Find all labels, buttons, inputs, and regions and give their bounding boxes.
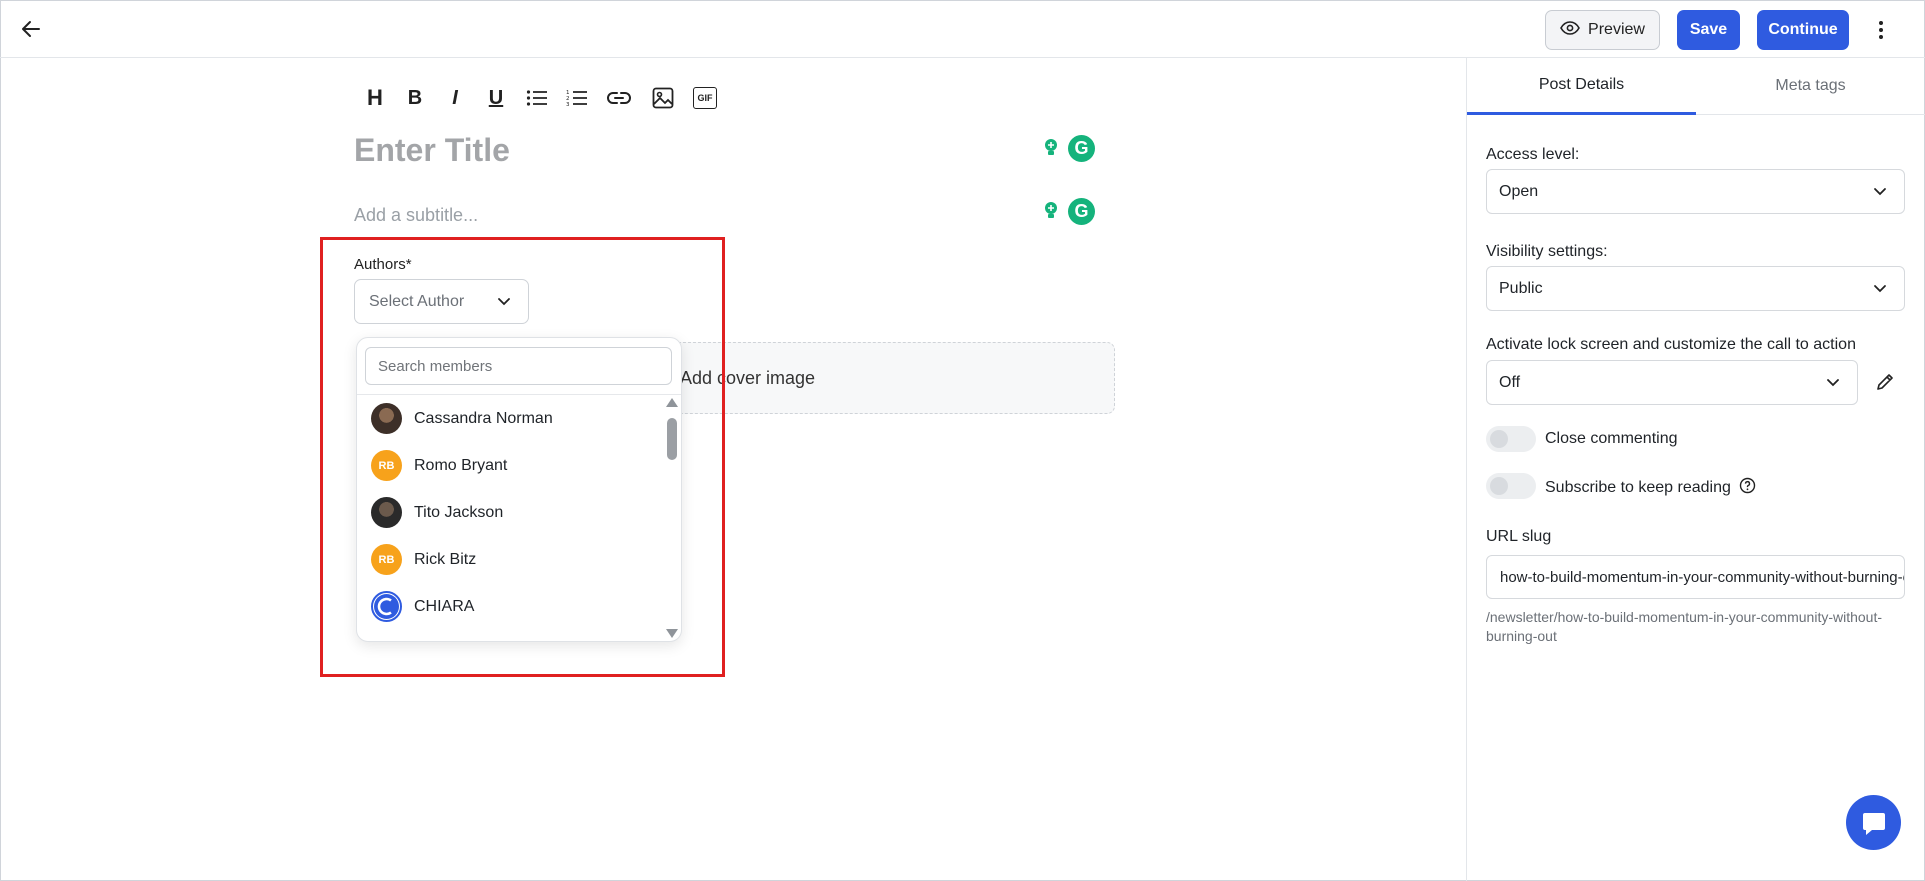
url-slug-label: URL slug	[1486, 528, 1552, 545]
eye-icon	[1560, 20, 1580, 40]
save-button[interactable]: Save	[1677, 10, 1740, 50]
title-input[interactable]: Enter Title	[354, 132, 510, 169]
lightbulb-icon[interactable]	[1038, 198, 1064, 224]
url-path-text: /newsletter/how-to-build-momentum-in-you…	[1486, 609, 1883, 644]
chevron-down-icon	[1872, 183, 1888, 204]
continue-button[interactable]: Continue	[1757, 10, 1849, 50]
url-slug-input[interactable]: how-to-build-momentum-in-your-community-…	[1486, 555, 1905, 599]
tab-post-details[interactable]: Post Details	[1467, 58, 1696, 115]
chat-bubble-icon	[1862, 812, 1885, 835]
lock-screen-value: Off	[1499, 373, 1521, 391]
close-commenting-label: Close commenting	[1545, 430, 1678, 447]
chevron-down-icon	[1825, 374, 1841, 395]
lock-screen-select[interactable]: Off	[1486, 360, 1858, 405]
link-icon[interactable]	[606, 84, 632, 112]
bold-button[interactable]: B	[405, 84, 425, 112]
grammarly-widget-title[interactable]: G	[1038, 131, 1098, 165]
image-icon[interactable]	[651, 84, 675, 112]
gif-label: GIF	[693, 87, 717, 109]
lightbulb-icon[interactable]	[1038, 135, 1064, 161]
lock-screen-label: Activate lock screen and customize the c…	[1486, 336, 1856, 353]
visibility-select[interactable]: Public	[1486, 266, 1905, 311]
chat-button[interactable]	[1846, 795, 1901, 850]
visibility-label: Visibility settings:	[1486, 243, 1608, 260]
subscribe-toggle[interactable]	[1486, 473, 1536, 499]
subscribe-row: Subscribe to keep reading	[1545, 477, 1756, 499]
more-options-icon[interactable]	[1870, 16, 1892, 44]
preview-label: Preview	[1588, 21, 1645, 38]
visibility-value: Public	[1499, 279, 1543, 297]
subtitle-input[interactable]: Add a subtitle...	[354, 205, 478, 226]
underline-button[interactable]: U	[486, 84, 506, 112]
chevron-down-icon	[1872, 280, 1888, 301]
back-arrow-icon[interactable]	[18, 16, 44, 42]
numbered-list-icon[interactable]: 123	[565, 84, 589, 112]
heading-button[interactable]: H	[364, 84, 386, 112]
access-level-value: Open	[1499, 182, 1539, 200]
svg-text:3: 3	[566, 102, 570, 107]
top-bar: Preview Save Continue	[0, 0, 1925, 58]
close-commenting-toggle[interactable]	[1486, 426, 1536, 452]
subscribe-label: Subscribe to keep reading	[1545, 479, 1731, 496]
bullet-list-icon[interactable]	[525, 84, 549, 112]
help-icon[interactable]	[1739, 477, 1756, 499]
grammarly-widget-subtitle[interactable]: G	[1038, 194, 1098, 228]
gif-icon[interactable]: GIF	[692, 84, 718, 112]
italic-button[interactable]: I	[446, 84, 464, 112]
grammarly-icon[interactable]: G	[1068, 197, 1095, 225]
preview-button[interactable]: Preview	[1545, 10, 1660, 50]
access-level-label: Access level:	[1486, 146, 1580, 163]
tab-meta-tags[interactable]: Meta tags	[1696, 58, 1925, 115]
right-panel: Post Details Meta tags Access level: Ope…	[1466, 58, 1925, 881]
access-level-select[interactable]: Open	[1486, 169, 1905, 214]
edit-pencil-icon[interactable]	[1875, 372, 1897, 394]
highlight-box	[320, 237, 725, 677]
grammarly-icon[interactable]: G	[1068, 134, 1095, 162]
